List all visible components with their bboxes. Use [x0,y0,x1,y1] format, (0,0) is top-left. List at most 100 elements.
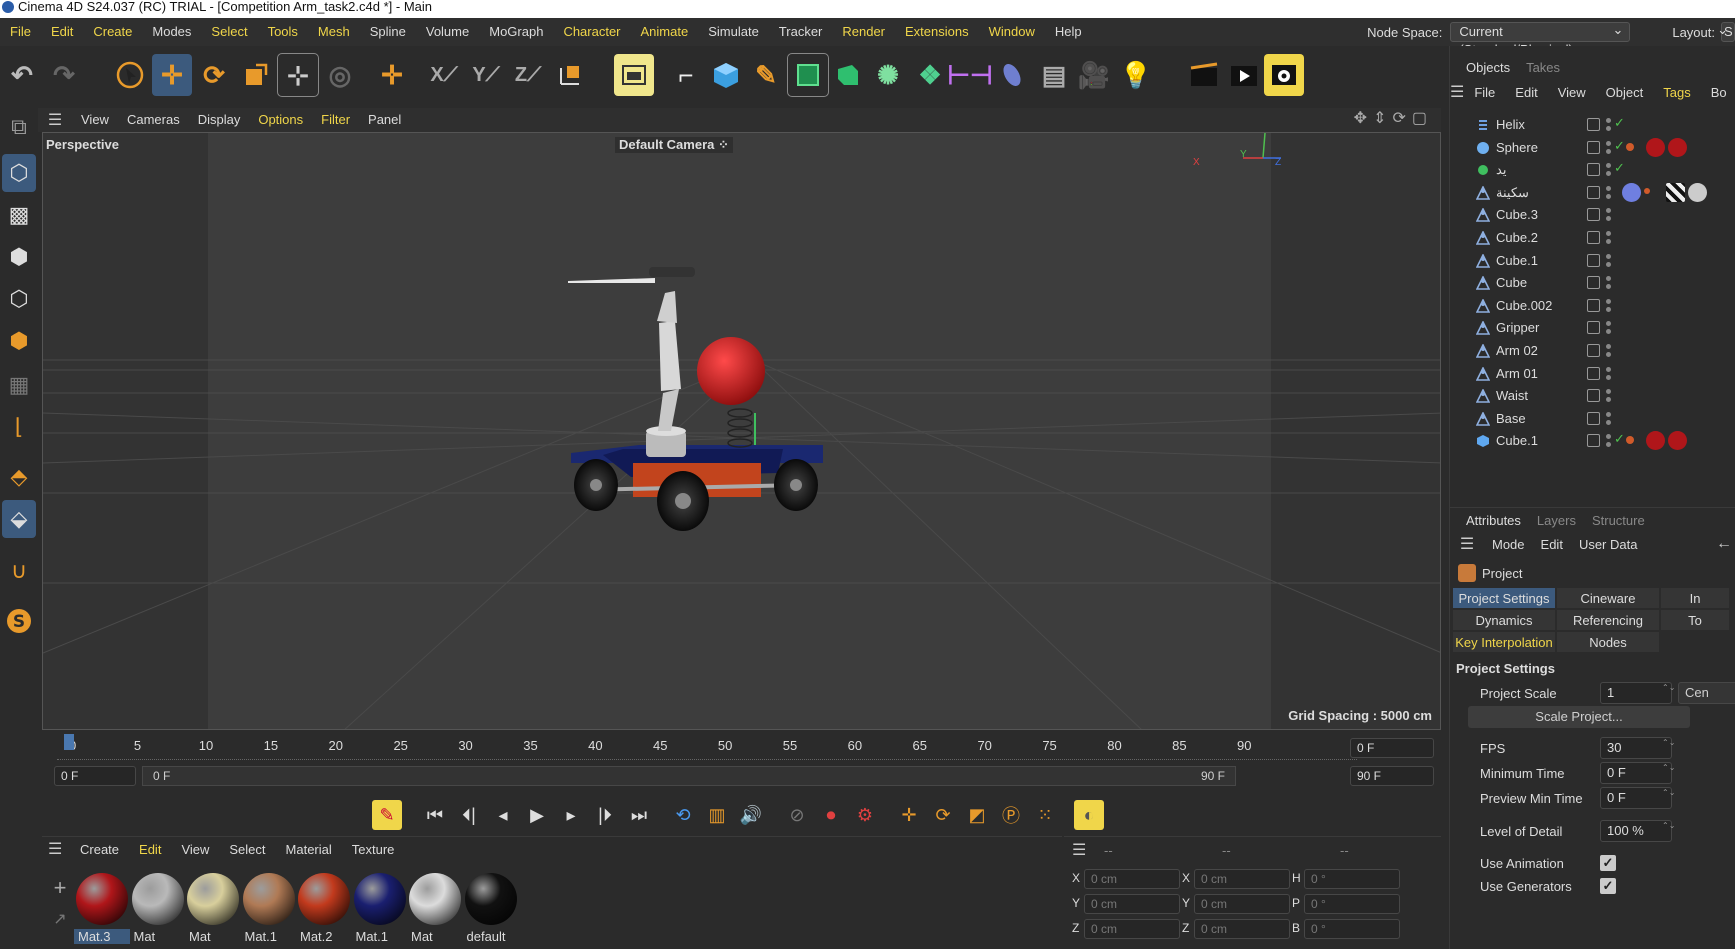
render-region-icon[interactable] [614,54,654,96]
next-key-icon[interactable]: |⏵ [590,800,620,830]
cube-primitive-icon[interactable] [706,54,746,96]
timeline-ruler[interactable]: 051015202530354045505560657075808590 [57,732,1357,756]
menu-item-render[interactable]: Render [832,18,895,46]
material-menu-edit[interactable]: Edit [129,842,171,857]
object-row[interactable]: Cube.3 [1450,202,1735,227]
edit-render-toggle[interactable] [1587,231,1600,244]
menu-item-volume[interactable]: Volume [416,18,479,46]
current-frame-field[interactable]: 0 F [1350,738,1434,758]
level-of-detail-input[interactable]: 100 % [1600,820,1672,842]
material-menu-create[interactable]: Create [70,842,129,857]
material-tag-icon[interactable] [1646,137,1665,157]
coords-header-3[interactable]: -- [1340,843,1349,858]
loop-icon[interactable]: ⟲ [668,800,698,830]
edit-render-toggle[interactable] [1587,366,1600,380]
range-slider[interactable]: 0 F 90 F [142,766,1236,786]
edit-render-toggle[interactable] [1587,411,1600,425]
edit-render-toggle[interactable] [1587,163,1600,177]
material-tag-icon[interactable] [1646,431,1665,451]
s-plugin-icon[interactable]: S [2,602,36,640]
menu-item-simulate[interactable]: Simulate [698,18,769,46]
viewport-menu-view[interactable]: View [72,108,118,132]
texture-mode-icon[interactable]: ▩ [2,196,36,234]
key-position-icon[interactable]: ✛ [894,800,924,830]
field-icon[interactable] [992,54,1032,96]
visibility-dots[interactable] [1606,116,1612,132]
attr-tab-to[interactable]: To [1660,609,1730,631]
edit-render-toggle[interactable] [1587,185,1600,199]
coord-value-input[interactable]: 0 cm [1194,919,1290,939]
viewport-menu-cameras[interactable]: Cameras [118,108,189,132]
menu-item-modes[interactable]: Modes [142,18,201,46]
material-tag-icon[interactable] [1626,436,1634,445]
menu-item-character[interactable]: Character [553,18,630,46]
enabled-check-icon[interactable]: ✓ [1614,138,1625,154]
menu-item-file[interactable]: File [0,18,41,46]
object-row[interactable]: Cube.1 ✓ [1450,428,1735,453]
snap-magnet-icon[interactable]: ∪ [2,552,36,590]
deformer-icon[interactable]: ⊢⊣ [947,54,992,96]
objects-menu-bo[interactable]: Bo [1701,85,1735,100]
object-row[interactable]: Base [1450,406,1735,431]
timeline-window-icon[interactable]: ◐ [1074,800,1104,830]
coords-hamburger-icon[interactable]: ☰ [1072,840,1086,860]
viewport-nav-icons[interactable]: ✥⇕⟳▢ [1354,108,1433,128]
menu-item-select[interactable]: Select [201,18,257,46]
node-space-dropdown[interactable]: Current (Standard/Physical) [1450,21,1631,57]
enabled-check-icon[interactable]: ✓ [1614,115,1625,131]
attr-tab-cineware[interactable]: Cineware [1556,587,1660,609]
material-tag-icon[interactable] [1668,137,1687,157]
object-row[interactable]: Waist [1450,383,1735,408]
fps-input[interactable]: 30 [1600,737,1672,759]
workplane-icon[interactable]: ⬘ [2,458,36,496]
undo-icon[interactable]: ↶ [2,54,42,96]
move-tool-icon[interactable]: ✛ [152,54,192,96]
key-rotation-icon[interactable]: ⟳ [928,800,958,830]
end-frame-field[interactable]: 90 F [1350,766,1434,786]
render-to-picture-viewer-icon[interactable] [1224,54,1264,96]
object-row[interactable]: Cube [1450,270,1735,295]
visibility-dots[interactable] [1606,274,1612,290]
tab-layers[interactable]: Layers [1529,513,1584,528]
robot-cart[interactable] [568,267,823,531]
coordinate-system-icon[interactable] [550,54,590,96]
menu-item-tools[interactable]: Tools [258,18,308,46]
material-menu-select[interactable]: Select [219,842,275,857]
coord-value-input[interactable]: 0 cm [1084,869,1180,889]
visibility-dots[interactable] [1606,206,1612,222]
subdivision-surface-icon[interactable] [787,53,829,97]
coord-value-input[interactable]: 0 cm [1084,919,1180,939]
object-row[interactable]: Cube.2 [1450,225,1735,250]
camera-name-label[interactable]: Default Camera ⁘ [615,137,733,153]
attr-tab-referencing[interactable]: Referencing [1556,609,1660,631]
objects-menu-view[interactable]: View [1548,85,1596,100]
objects-menu-edit[interactable]: Edit [1505,85,1547,100]
attributes-menu-edit[interactable]: Edit [1533,537,1571,552]
coord-value-input[interactable]: 0 ° [1304,919,1400,939]
edit-render-toggle[interactable] [1587,253,1600,267]
visibility-dots[interactable] [1606,432,1612,448]
material-swatch[interactable]: Mat [407,871,463,949]
record-key-icon[interactable]: ✎ [372,800,402,830]
model-mode-icon[interactable]: ⬡ [2,154,36,192]
material-tag-icon[interactable] [1626,142,1634,151]
material-tag-icon[interactable] [1668,431,1687,451]
visibility-dots[interactable] [1606,387,1612,403]
go-to-start-icon[interactable]: ⏮ [420,800,450,830]
material-swatch[interactable]: Mat [130,871,186,949]
start-frame-field[interactable]: 0 F [54,766,136,786]
project-scale-unit-dropdown[interactable]: Cen [1678,682,1735,704]
tab-takes[interactable]: Takes [1518,60,1568,75]
lock-x-axis-icon[interactable]: X⟋ [424,54,464,96]
objects-menu-file[interactable]: File [1464,85,1505,100]
attributes-hamburger-icon[interactable]: ☰ [1450,534,1484,554]
material-menu-view[interactable]: View [171,842,219,857]
visibility-dots[interactable] [1606,184,1612,200]
autokey-disabled-icon[interactable]: ⊘ [782,800,812,830]
edit-render-toggle[interactable] [1587,298,1600,312]
play-icon[interactable]: ▶ [522,800,552,830]
material-link-icon[interactable]: ↗ [48,909,72,933]
object-row[interactable]: Sphere ✓ [1450,135,1735,160]
previous-frame-icon[interactable]: ◂ [488,800,518,830]
visibility-dots[interactable] [1606,297,1612,313]
